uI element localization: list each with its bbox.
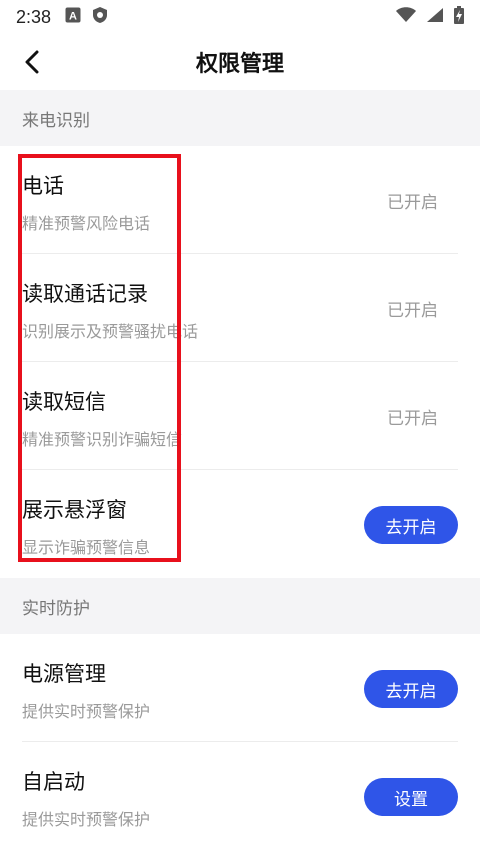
chevron-left-icon xyxy=(25,50,39,74)
status-enabled-label: 已开启 xyxy=(387,301,438,321)
status-enabled-label: 已开启 xyxy=(387,409,438,429)
row-title: 读取通话记录 xyxy=(22,282,148,306)
row-title: 电话 xyxy=(22,174,64,198)
permission-row-call-log[interactable]: 读取通话记录 识别展示及预警骚扰电话 已开启 xyxy=(0,254,480,362)
permission-row-floating-window: 展示悬浮窗 显示诈骗预警信息 去开启 xyxy=(0,470,480,578)
wifi-icon xyxy=(396,6,416,28)
section-header-caller-id: 来电识别 xyxy=(0,90,480,146)
row-subtitle: 精准预警风险电话 xyxy=(22,214,151,233)
row-title: 电源管理 xyxy=(22,662,106,686)
row-title: 展示悬浮窗 xyxy=(22,498,127,522)
status-enabled-label: 已开启 xyxy=(387,193,438,213)
row-subtitle: 提供实时预警保护 xyxy=(22,810,151,829)
permission-row-autostart: 自启动 提供实时预警保护 设置 xyxy=(0,742,480,853)
row-title: 读取短信 xyxy=(22,390,106,414)
permission-row-power-management: 电源管理 提供实时预警保护 去开启 xyxy=(0,634,480,742)
row-subtitle: 显示诈骗预警信息 xyxy=(22,538,151,557)
autostart-settings-button[interactable]: 设置 xyxy=(364,778,458,816)
status-time: 2:38 xyxy=(16,6,52,27)
signal-icon xyxy=(426,7,444,28)
shield-icon xyxy=(91,6,109,29)
battery-charging-icon xyxy=(454,5,464,29)
back-button[interactable] xyxy=(14,44,50,80)
row-subtitle: 精准预警识别诈骗短信 xyxy=(22,430,183,449)
enable-floating-window-button[interactable]: 去开启 xyxy=(364,506,458,544)
nav-bar: 权限管理 xyxy=(0,34,480,90)
row-subtitle: 提供实时预警保护 xyxy=(22,702,151,721)
a-badge-icon: A xyxy=(65,7,81,28)
section-header-realtime: 实时防护 xyxy=(0,578,480,634)
permission-row-phone[interactable]: 电话 精准预警风险电话 已开启 xyxy=(0,146,480,254)
page-title: 权限管理 xyxy=(195,52,284,77)
status-bar: 2:38 A xyxy=(0,0,480,34)
permission-row-sms[interactable]: 读取短信 精准预警识别诈骗短信 已开启 xyxy=(0,362,480,470)
enable-power-management-button[interactable]: 去开启 xyxy=(364,670,458,708)
row-subtitle: 识别展示及预警骚扰电话 xyxy=(22,322,199,341)
row-title: 自启动 xyxy=(22,770,85,794)
svg-text:A: A xyxy=(69,10,77,22)
